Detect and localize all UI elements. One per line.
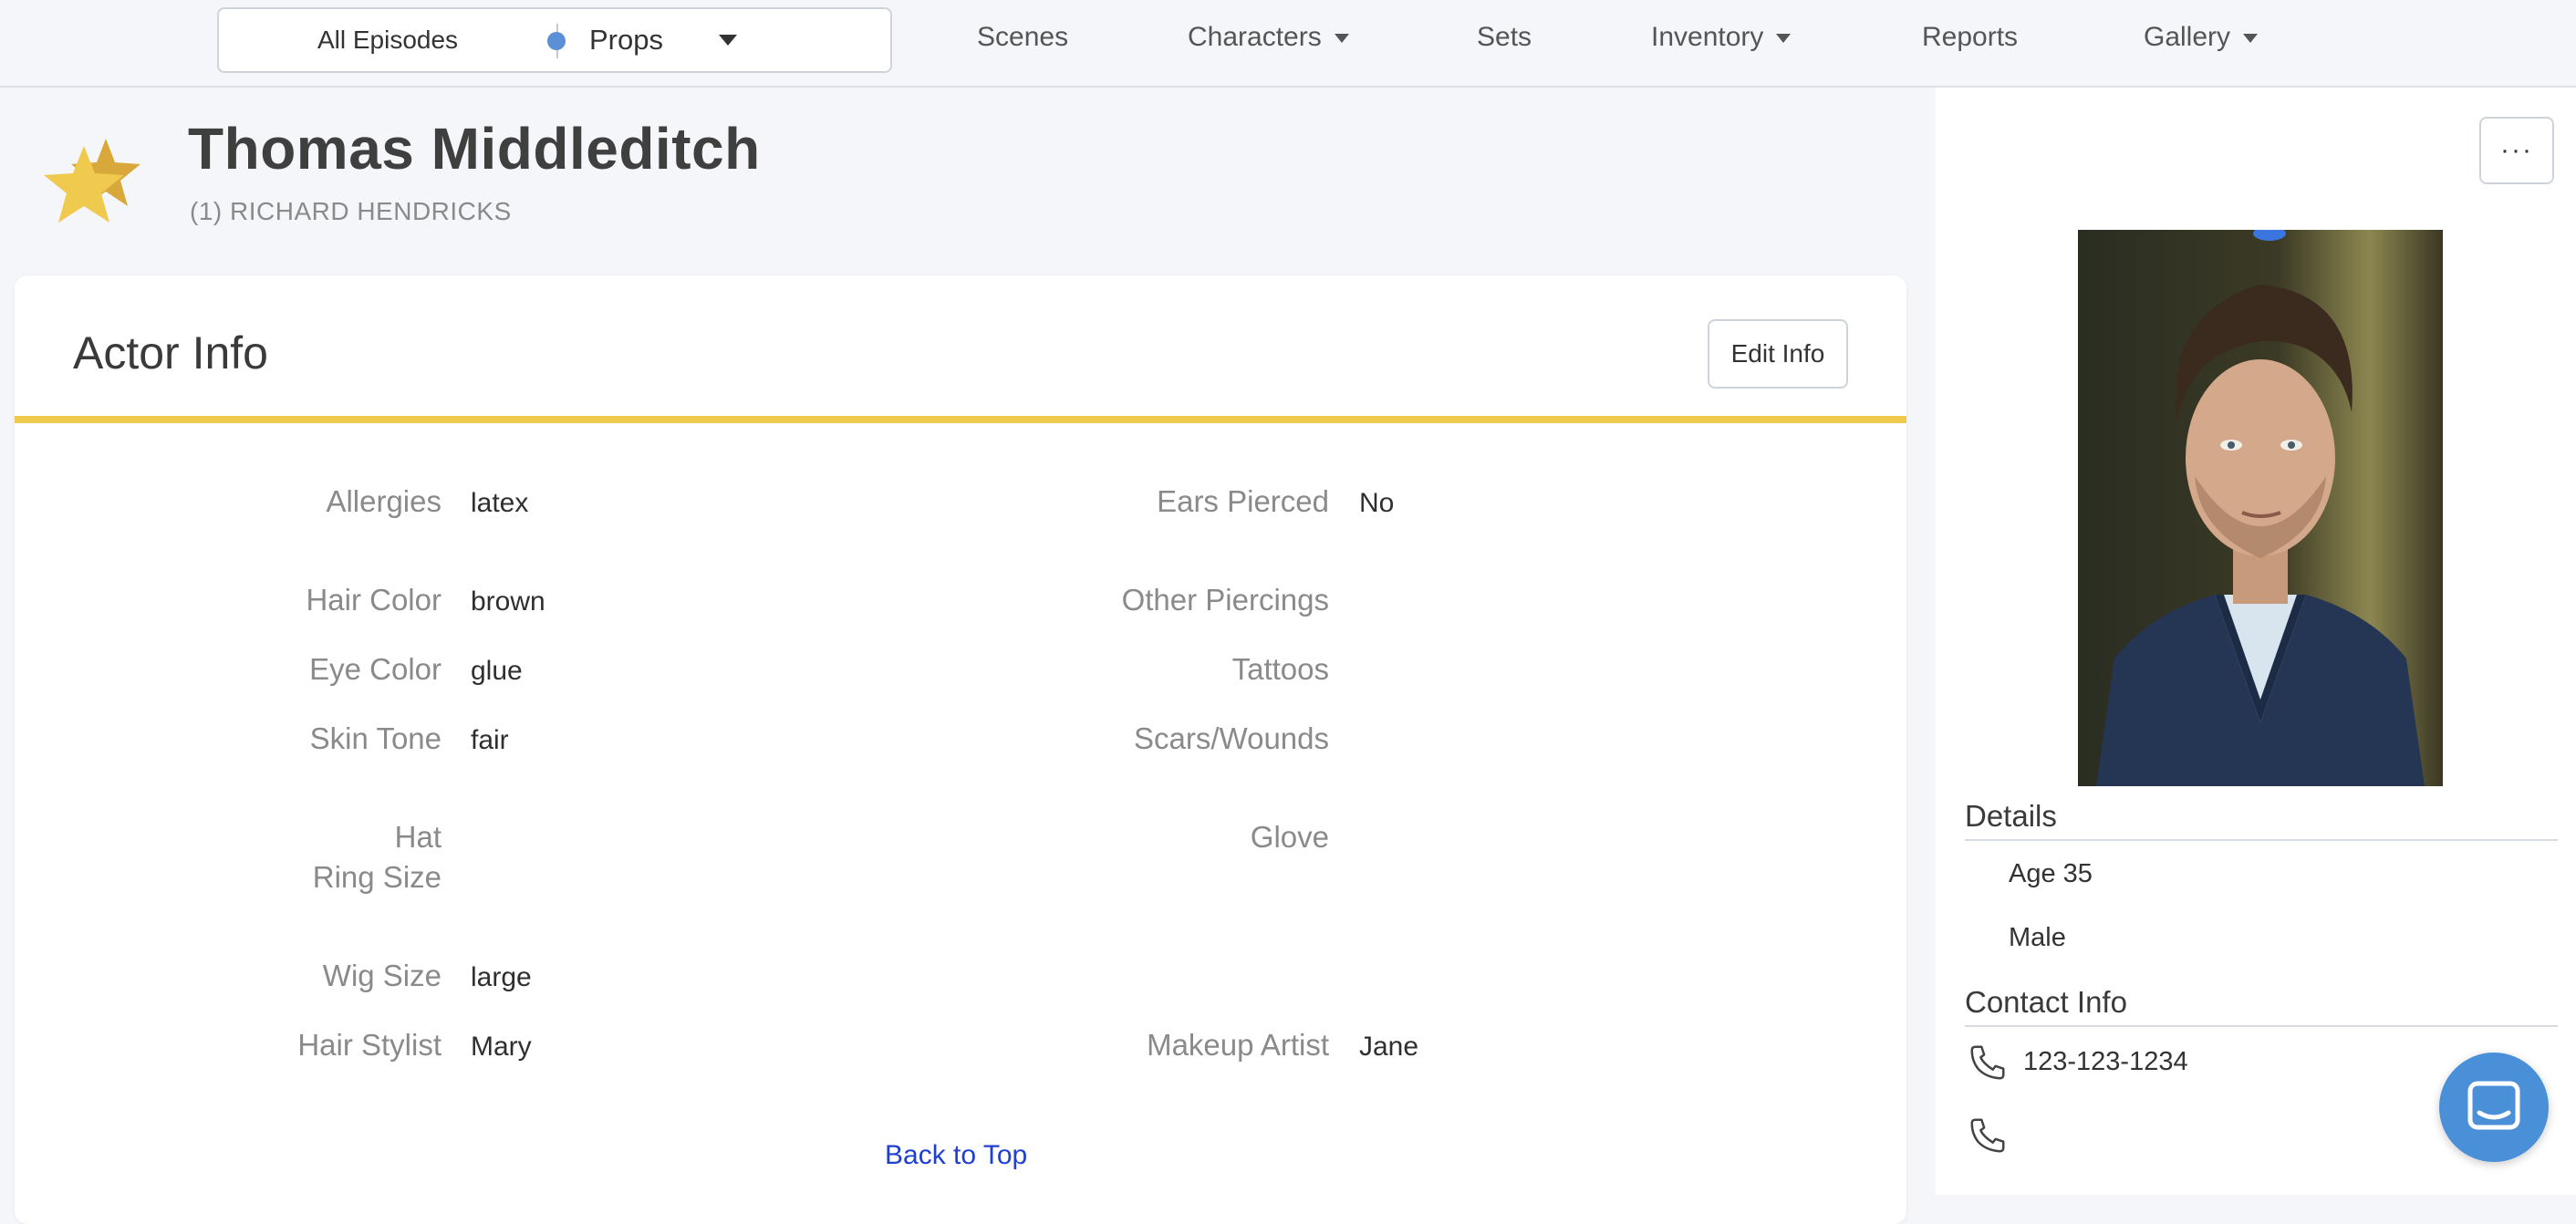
field-value-wig-size: large [471,962,532,992]
chevron-down-icon [1776,34,1792,44]
back-to-top-link[interactable]: Back to Top [885,1140,1027,1171]
actor-name: Thomas Middleditch [188,116,761,182]
field-value-eye-color: glue [471,656,523,686]
field-value-makeup-artist: Jane [1359,1032,1419,1062]
nav-characters-label: Characters [1188,22,1322,52]
field-label-tattoos: Tattoos [1231,652,1329,686]
episode-selector[interactable]: All Episodes [219,9,556,71]
field-label-skin-tone: Skin Tone [309,721,441,755]
card-title: Actor Info [73,327,268,379]
nav-inventory-label: Inventory [1651,22,1764,52]
detail-gender: Male [2009,923,2066,952]
details-section-title: Details [1965,799,2057,833]
details-divider [1965,839,2558,841]
chevron-down-icon [2243,34,2259,44]
phone-icon [1967,1042,2009,1084]
nav-reports-label: Reports [1922,22,2019,52]
department-color-dot [547,32,566,50]
field-label-hair-stylist: Hair Stylist [297,1028,441,1062]
nav-inventory[interactable]: Inventory [1651,22,1792,53]
chat-launcher-button[interactable] [2439,1053,2549,1162]
phone-number-1[interactable]: 123-123-1234 [2023,1047,2188,1077]
field-label-glove: Glove [1250,820,1329,854]
nav-sets[interactable]: Sets [1477,22,1532,53]
nav-characters[interactable]: Characters [1188,22,1349,53]
nav-reports[interactable]: Reports [1922,22,2018,53]
episode-selector-label: All Episodes [317,26,459,54]
star-icon[interactable] [40,135,150,230]
contact-divider [1965,1025,2558,1027]
field-label-allergies: Allergies [326,484,441,518]
actor-info-card: Actor Info Edit Info Allergies latex Hai… [15,275,1906,1224]
field-label-ears-pierced: Ears Pierced [1157,484,1329,518]
field-label-wig-size: Wig Size [322,959,441,992]
field-value-allergies: latex [471,488,529,518]
field-label-eye-color: Eye Color [309,652,441,686]
department-label: Props [589,24,663,56]
nav-scenes-label: Scenes [977,22,1069,52]
top-navigation-bar: All Episodes Props Scenes Characters Set… [0,0,2576,88]
field-value-hair-color: brown [471,586,545,617]
chat-icon [2467,1081,2520,1130]
field-label-ring-size: Ring Size [312,860,441,894]
contact-section-title: Contact Info [1965,985,2127,1019]
department-dropdown[interactable]: Props [547,9,892,71]
field-value-hair-stylist: Mary [471,1032,532,1062]
more-options-button[interactable]: ··· [2479,117,2554,184]
detail-age: Age 35 [2009,859,2093,888]
field-label-hair-color: Hair Color [306,583,441,617]
actor-photo [2078,226,2443,786]
episode-department-selector: All Episodes Props [217,7,892,73]
accent-divider [15,416,1906,423]
nav-gallery-label: Gallery [2144,22,2231,52]
nav-gallery[interactable]: Gallery [2144,22,2259,53]
edit-info-button[interactable]: Edit Info [1708,319,1848,389]
field-label-scars-wounds: Scars/Wounds [1134,721,1329,755]
field-label-hat: Hat [394,820,441,854]
field-value-skin-tone: fair [471,725,509,755]
field-value-ears-pierced: No [1359,488,1395,518]
character-role: (1) RICHARD HENDRICKS [190,197,512,225]
field-label-other-piercings: Other Piercings [1121,583,1329,617]
phone-icon [1967,1115,2009,1157]
chevron-down-icon [719,35,737,46]
chevron-down-icon [1334,34,1349,44]
nav-sets-label: Sets [1477,22,1532,52]
nav-scenes[interactable]: Scenes [977,22,1068,53]
field-label-makeup-artist: Makeup Artist [1147,1028,1329,1062]
